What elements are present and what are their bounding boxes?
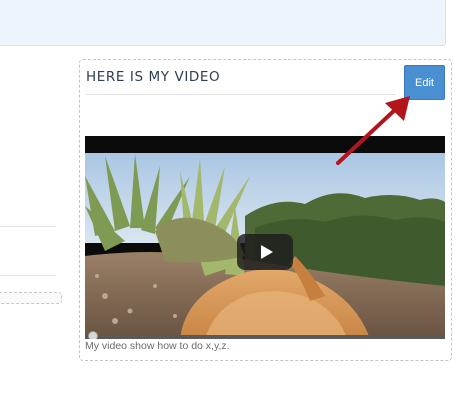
edit-button[interactable]: Edit bbox=[404, 65, 445, 100]
progress-bar[interactable] bbox=[85, 331, 445, 339]
left-divider bbox=[0, 275, 56, 276]
play-icon bbox=[260, 245, 273, 259]
left-widget-fragment bbox=[0, 292, 62, 304]
video-player[interactable] bbox=[85, 136, 445, 339]
top-panel bbox=[0, 0, 446, 46]
title-divider bbox=[86, 94, 396, 95]
play-button[interactable] bbox=[237, 234, 293, 270]
video-caption: My video show how to do x,y,z. bbox=[85, 340, 230, 352]
screen: HERE IS MY VIDEO Edit My video show how … bbox=[0, 0, 467, 401]
widget-title: HERE IS MY VIDEO bbox=[86, 69, 221, 85]
progress-scrubber[interactable] bbox=[88, 331, 98, 339]
left-divider bbox=[0, 226, 56, 227]
video-widget: HERE IS MY VIDEO Edit My video show how … bbox=[79, 59, 452, 361]
